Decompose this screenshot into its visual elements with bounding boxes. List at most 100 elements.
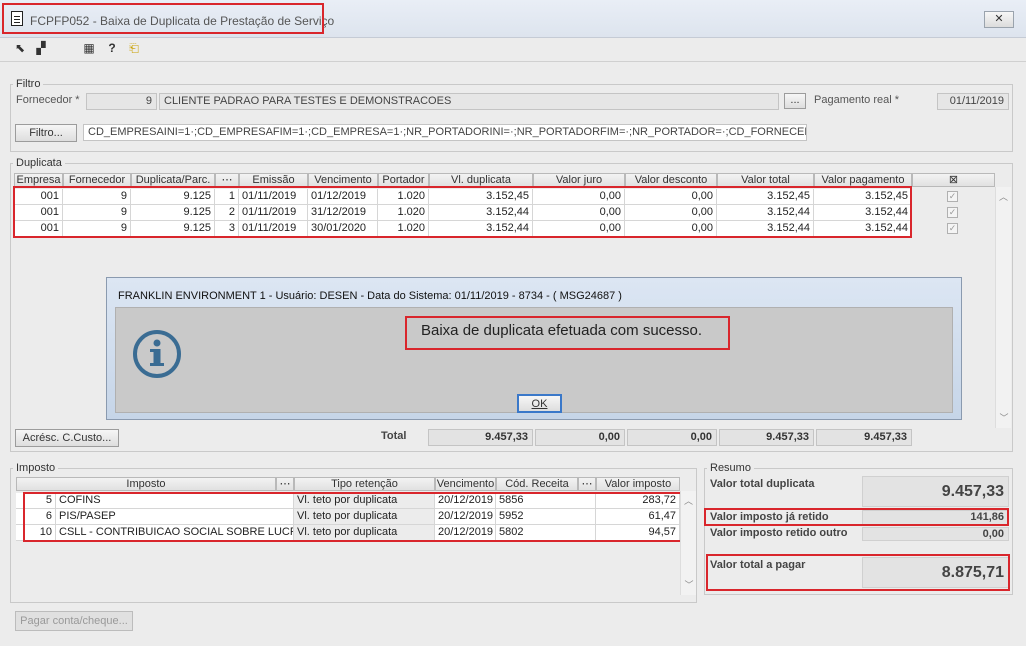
calendar-icon[interactable]: ▦ xyxy=(82,41,96,55)
cell-receita: 5856 xyxy=(496,493,596,509)
col-duplicata[interactable]: Duplicata/Parc. xyxy=(131,173,215,187)
row-checkbox[interactable]: ✓ xyxy=(947,207,958,218)
cell-vl-duplicata: 3.152,44 xyxy=(429,205,533,221)
cell-imposto-name: PIS/PASEP xyxy=(56,509,294,525)
duplicata-scrollbar[interactable]: ︿ ﹀ xyxy=(995,187,1011,428)
col-select-all-icon[interactable]: ⊠ xyxy=(912,173,995,187)
cell-vencimento: 20/12/2019 xyxy=(435,525,496,541)
col-portador[interactable]: Portador xyxy=(378,173,429,187)
col-vencimento[interactable]: Vencimento xyxy=(435,477,496,491)
resumo-legend: Resumo xyxy=(707,462,754,474)
cell-total: 3.152,45 xyxy=(717,189,814,205)
message-dialog: FRANKLIN ENVIRONMENT 1 - Usuário: DESEN … xyxy=(106,277,962,420)
ok-button[interactable]: OK xyxy=(517,394,562,413)
imposto-scrollbar[interactable]: ︿ ﹀ xyxy=(680,491,696,595)
col-emissao[interactable]: Emissão xyxy=(239,173,308,187)
col-vencimento[interactable]: Vencimento xyxy=(308,173,378,187)
cell-pagamento: 3.152,45 xyxy=(814,189,912,205)
col-valor-juro[interactable]: Valor juro xyxy=(533,173,625,187)
info-icon xyxy=(133,330,181,378)
total-duplicata-label: Valor total duplicata xyxy=(710,478,815,490)
cell-vencimento: 31/12/2019 xyxy=(308,205,378,221)
help-icon[interactable]: ? xyxy=(105,41,119,55)
fornecedor-code-field[interactable]: 9 xyxy=(86,93,157,110)
imposto-legend: Imposto xyxy=(13,462,59,474)
imposto-retido-value: 141,86 xyxy=(862,510,1009,525)
col-valor-total[interactable]: Valor total xyxy=(717,173,814,187)
col-valor-imposto[interactable]: Valor imposto xyxy=(596,477,680,491)
cell-vl-duplicata: 3.152,44 xyxy=(429,221,533,237)
cell-receita: 5952 xyxy=(496,509,596,525)
cell-vencimento: 20/12/2019 xyxy=(435,509,496,525)
cell-empresa: 001 xyxy=(14,221,63,237)
cell-tipo: Vl. teto por duplicata xyxy=(294,509,435,525)
cell-emissao: 01/11/2019 xyxy=(239,189,308,205)
duplicata-legend: Duplicata xyxy=(13,157,65,169)
dialog-body: Baixa de duplicata efetuada com sucesso.… xyxy=(115,307,953,413)
col-vl-duplicata[interactable]: Vl. duplicata xyxy=(429,173,533,187)
scroll-up-icon[interactable]: ︿ xyxy=(681,491,696,511)
duplicata-rows: 001 9 9.125 1 01/11/2019 01/12/2019 1.02… xyxy=(14,189,995,239)
cell-portador: 1.020 xyxy=(378,189,429,205)
cell-parc: 3 xyxy=(215,221,239,237)
cell-imposto-code: 5 xyxy=(16,493,56,509)
windows-icon[interactable]: ▞ xyxy=(34,41,48,55)
filtro-button[interactable]: Filtro... xyxy=(15,124,77,142)
table-row[interactable]: 5 COFINS Vl. teto por duplicata 20/12/20… xyxy=(16,493,680,509)
filtro-text-field: CD_EMPRESAINI=1·;CD_EMPRESAFIM=1·;CD_EMP… xyxy=(83,124,807,141)
imposto-rows: 5 COFINS Vl. teto por duplicata 20/12/20… xyxy=(16,493,680,541)
acresc-ccusto-button[interactable]: Acrésc. C.Custo... xyxy=(15,429,119,447)
table-row[interactable]: 001 9 9.125 2 01/11/2019 31/12/2019 1.02… xyxy=(14,205,995,221)
fornecedor-label: Fornecedor * xyxy=(16,94,80,106)
cell-tipo: Vl. teto por duplicata xyxy=(294,525,435,541)
cell-empresa: 001 xyxy=(14,205,63,221)
scroll-down-icon[interactable]: ﹀ xyxy=(996,408,1012,428)
table-row[interactable]: 10 CSLL - CONTRIBUICAO SOCIAL SOBRE LUCR… xyxy=(16,525,680,541)
col-valor-desconto[interactable]: Valor desconto xyxy=(625,173,717,187)
close-button[interactable]: ✕ xyxy=(984,11,1014,28)
table-row[interactable]: 6 PIS/PASEP Vl. teto por duplicata 20/12… xyxy=(16,509,680,525)
cell-duplicata: 9.125 xyxy=(131,221,215,237)
imposto-outro-label: Valor imposto retido outro xyxy=(710,527,848,539)
exit-icon[interactable]: ⎗ xyxy=(127,41,141,55)
col-tipo-retencao[interactable]: Tipo retenção xyxy=(294,477,435,491)
arrow-icon[interactable]: ⬉ xyxy=(13,41,27,55)
table-row[interactable]: 001 9 9.125 3 01/11/2019 30/01/2020 1.02… xyxy=(14,221,995,237)
pagamento-field[interactable]: 01/11/2019 xyxy=(937,93,1009,110)
cell-imposto-name: CSLL - CONTRIBUICAO SOCIAL SOBRE LUCRO L xyxy=(56,525,294,541)
total-vl-duplicata: 9.457,33 xyxy=(428,429,533,446)
cell-vencimento: 20/12/2019 xyxy=(435,493,496,509)
table-row[interactable]: 001 9 9.125 1 01/11/2019 01/12/2019 1.02… xyxy=(14,189,995,205)
cell-portador: 1.020 xyxy=(378,221,429,237)
cell-imposto-code: 6 xyxy=(16,509,56,525)
cell-desconto: 0,00 xyxy=(625,221,717,237)
scroll-up-icon[interactable]: ︿ xyxy=(996,187,1011,207)
col-fornecedor[interactable]: Fornecedor xyxy=(63,173,131,187)
row-checkbox[interactable]: ✓ xyxy=(947,223,958,234)
col-imposto-lookup-icon[interactable]: ⋯ xyxy=(276,477,294,491)
cell-vl-duplicata: 3.152,45 xyxy=(429,189,533,205)
pagar-conta-button[interactable]: Pagar conta/cheque... xyxy=(15,611,133,631)
cell-portador: 1.020 xyxy=(378,205,429,221)
cell-juro: 0,00 xyxy=(533,205,625,221)
cell-emissao: 01/11/2019 xyxy=(239,205,308,221)
lookup-button[interactable]: ... xyxy=(784,93,806,109)
col-receita-lookup-icon[interactable]: ⋯ xyxy=(578,477,596,491)
cell-pagamento: 3.152,44 xyxy=(814,221,912,237)
col-parc-icon[interactable]: ⋯ xyxy=(215,173,239,187)
col-cod-receita[interactable]: Cód. Receita xyxy=(496,477,578,491)
cell-parc: 2 xyxy=(215,205,239,221)
cell-valor: 94,57 xyxy=(596,525,680,541)
row-checkbox[interactable]: ✓ xyxy=(947,191,958,202)
cell-vencimento: 01/12/2019 xyxy=(308,189,378,205)
cell-fornecedor: 9 xyxy=(63,205,131,221)
col-empresa[interactable]: Empresa xyxy=(14,173,63,187)
imposto-header: Imposto ⋯ Tipo retenção Vencimento Cód. … xyxy=(16,477,680,491)
scroll-down-icon[interactable]: ﹀ xyxy=(681,575,697,595)
col-valor-pagamento[interactable]: Valor pagamento xyxy=(814,173,912,187)
cell-tipo: Vl. teto por duplicata xyxy=(294,493,435,509)
cell-parc: 1 xyxy=(215,189,239,205)
toolbar: ⬉ ▞ ▦ ? ⎗ xyxy=(0,38,1026,62)
total-label: Total xyxy=(381,430,407,442)
col-imposto[interactable]: Imposto xyxy=(16,477,276,491)
